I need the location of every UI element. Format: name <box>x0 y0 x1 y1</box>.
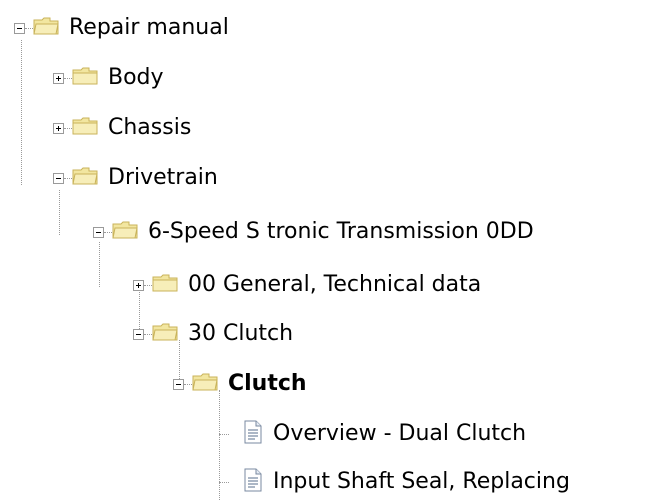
tree-node-label: 30 Clutch <box>188 321 294 346</box>
tree-node-label: Drivetrain <box>108 165 218 190</box>
tree-connector <box>25 27 33 29</box>
tree-connector <box>184 383 192 385</box>
tree-node-transmission[interactable]: 6-Speed S tronic Transmission 0DD <box>93 212 534 252</box>
collapse-icon[interactable] <box>173 378 184 390</box>
folder-open-icon <box>192 372 218 396</box>
folder-open-icon <box>72 166 98 190</box>
folder-open-icon <box>152 322 178 346</box>
folder-open-icon <box>33 16 59 40</box>
tree-connector <box>104 231 112 233</box>
expand-icon[interactable] <box>133 279 144 291</box>
tree-node-drivetrain[interactable]: Drivetrain <box>53 158 218 198</box>
tree-node-label: Overview - Dual Clutch <box>273 421 527 446</box>
tree-node-chassis[interactable]: Chassis <box>53 108 191 148</box>
folder-icon <box>72 66 98 90</box>
folder-icon <box>72 116 98 140</box>
tree-connector <box>64 177 72 179</box>
tree-node-body[interactable]: Body <box>53 58 164 98</box>
tree-node-label: Clutch <box>228 371 307 396</box>
tree-node-label: 6-Speed S tronic Transmission 0DD <box>148 219 534 244</box>
folder-icon <box>152 273 178 297</box>
tree-connector <box>64 127 72 129</box>
tree-node-input-shaft-seal[interactable]: Input Shaft Seal, Replacing <box>219 462 570 502</box>
tree-node-label: Chassis <box>108 115 192 140</box>
tree-node-repair-manual[interactable]: Repair manual <box>14 8 229 48</box>
tree-node-label: Input Shaft Seal, Replacing <box>273 469 570 494</box>
expand-icon[interactable] <box>53 72 64 84</box>
tree-connector <box>64 77 72 79</box>
navigation-tree: Repair manual Body Chassis Drivetrain 6-… <box>0 0 669 500</box>
tree-node-clutch[interactable]: Clutch <box>173 364 307 404</box>
tree-connector <box>144 284 152 286</box>
tree-node-label: Repair manual <box>69 15 229 40</box>
tree-node-label: 00 General, Technical data <box>188 272 482 297</box>
tree-connector <box>219 433 229 435</box>
document-icon <box>243 420 263 448</box>
tree-node-overview-dual-clutch[interactable]: Overview - Dual Clutch <box>219 414 526 454</box>
folder-open-icon <box>112 220 138 244</box>
collapse-icon[interactable] <box>53 172 64 184</box>
tree-connector <box>219 481 229 483</box>
collapse-icon[interactable] <box>133 328 144 340</box>
tree-node-label: Body <box>108 65 164 90</box>
tree-connector <box>144 333 152 335</box>
tree-node-general[interactable]: 00 General, Technical data <box>133 265 481 305</box>
collapse-icon[interactable] <box>93 226 104 238</box>
expand-icon[interactable] <box>53 122 64 134</box>
document-icon <box>243 468 263 496</box>
tree-guide-line <box>21 40 22 185</box>
tree-node-30-clutch[interactable]: 30 Clutch <box>133 314 293 354</box>
collapse-icon[interactable] <box>14 22 25 34</box>
